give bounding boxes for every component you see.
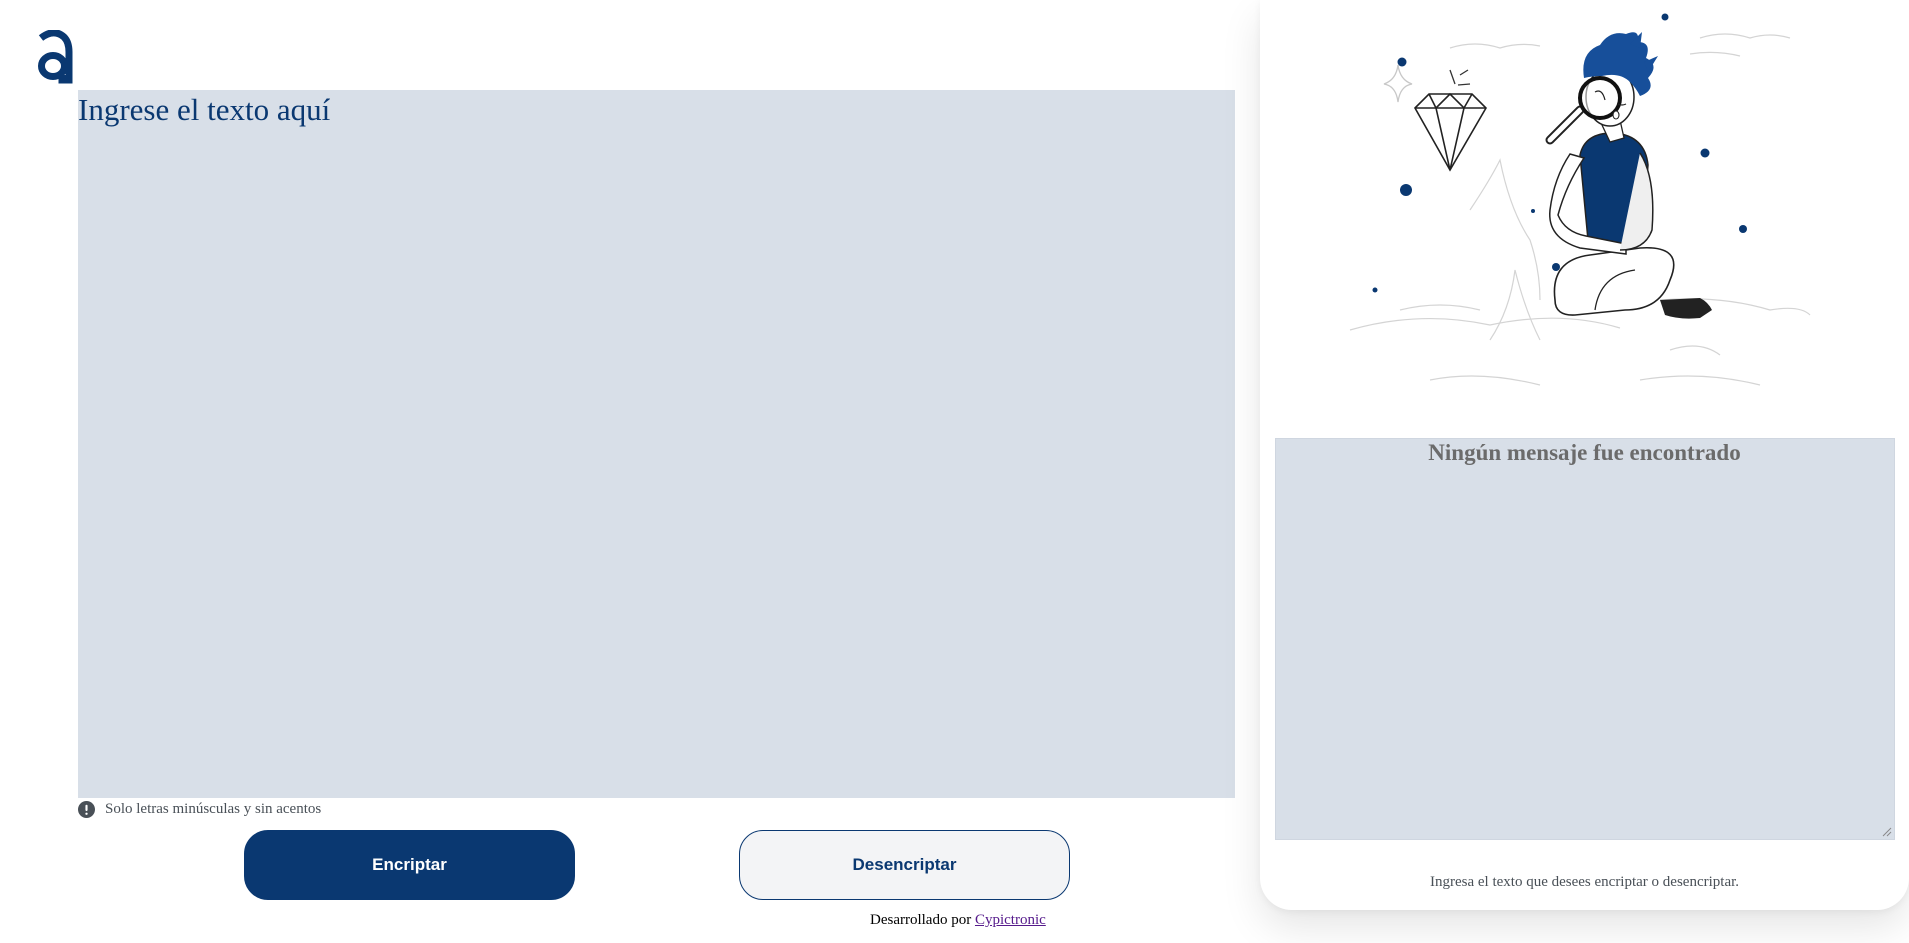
output-subtitle: Ingresa el texto que desees encriptar o … [1429,874,1740,890]
author-link[interactable]: Cypictronic [975,912,1046,928]
hint-text: Solo letras minúsculas y sin acentos [105,800,322,817]
input-hint: Solo letras minúsculas y sin acentos [78,800,321,818]
exclamation-circle-icon [78,800,95,818]
alura-logo-icon [38,30,73,84]
person-with-magnifying-glass-illustration [1349,13,1811,386]
output-panel: Ningún mensaje fue encontrado Ingresa el… [1260,0,1909,910]
output-title: Ningún mensaje fue encontrado [1428,440,1741,465]
output-message-area[interactable] [1275,438,1895,840]
text-input[interactable] [78,90,1235,798]
encrypt-button[interactable]: Encriptar [244,830,575,900]
decrypt-button[interactable]: Desencriptar [739,830,1070,900]
resize-grip-icon[interactable] [1882,827,1892,837]
footer-prefix: Desarrollado por [870,912,975,928]
footer-credit: Desarrollado por Cypictronic [870,912,1046,929]
